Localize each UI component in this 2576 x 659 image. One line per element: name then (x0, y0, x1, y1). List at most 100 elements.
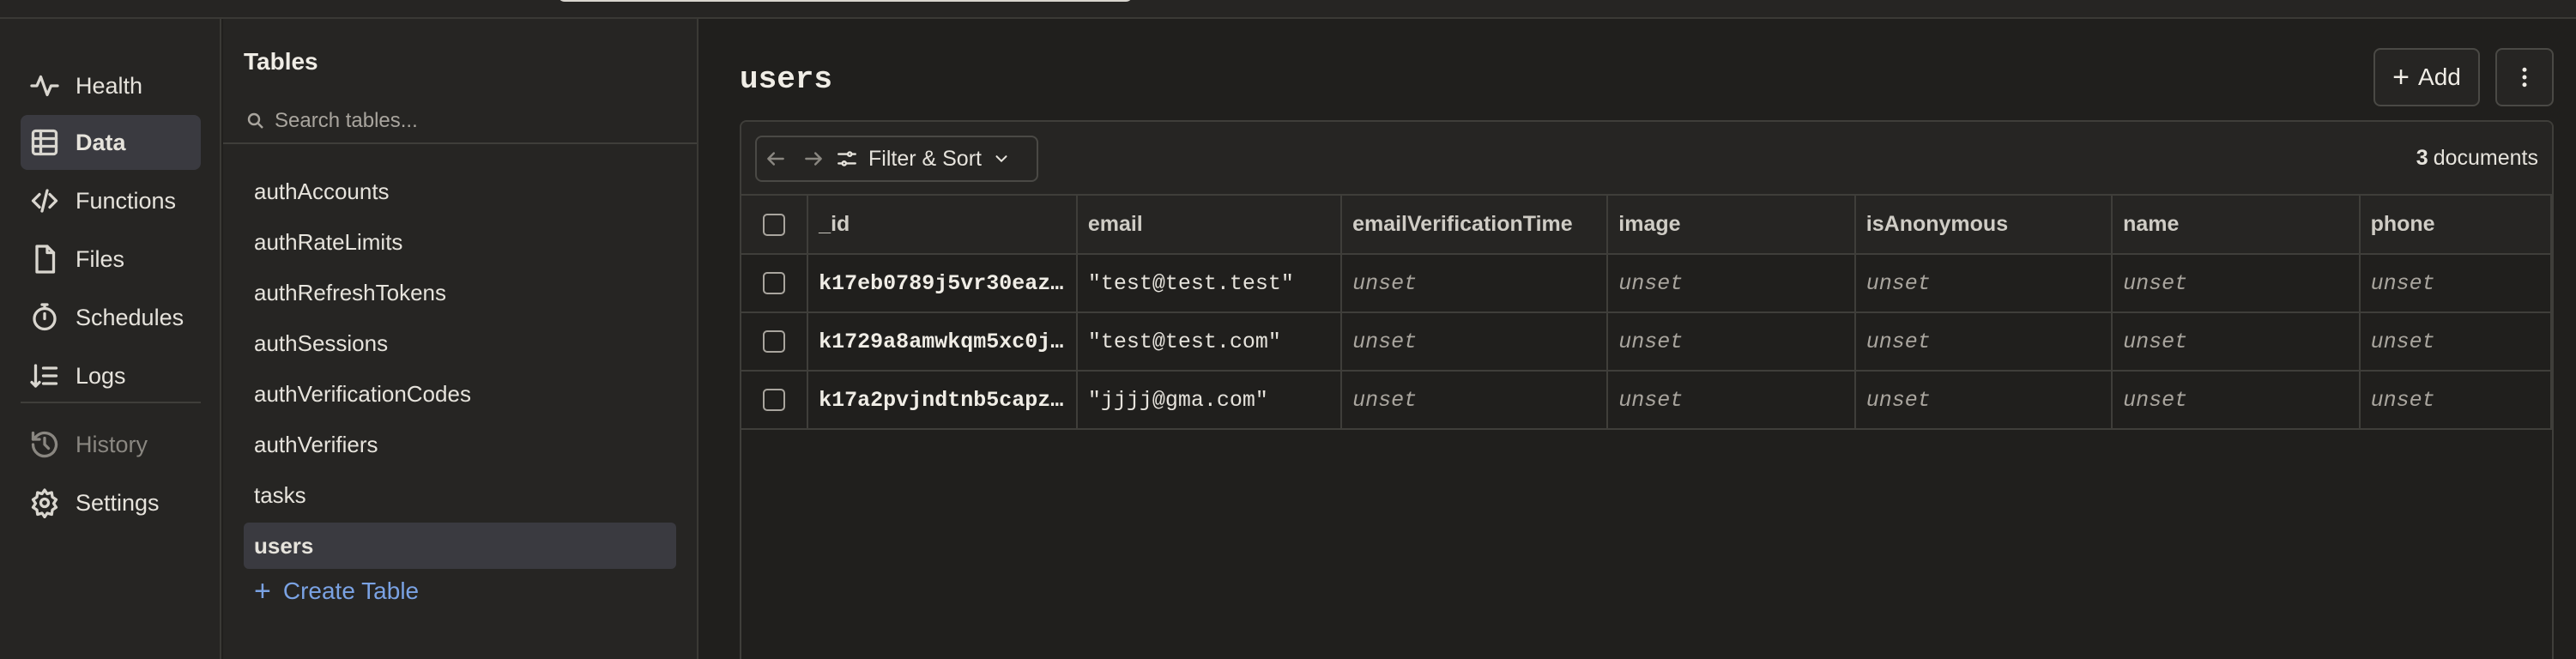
table-cell-email[interactable]: "jjjj@gma.com" (1076, 371, 1343, 430)
row-checkbox[interactable] (763, 388, 786, 411)
column-header[interactable]: image (1607, 196, 1856, 255)
nav-item-health[interactable]: Health (21, 58, 201, 113)
nav-item-label: History (76, 431, 148, 457)
pulse-icon (27, 69, 62, 103)
table-cell-email[interactable]: "test@test.test" (1076, 254, 1343, 313)
tables-search (223, 100, 697, 144)
search-icon (247, 112, 263, 129)
table-row[interactable]: k17a2pvjndtnb5capz… "jjjj@gma.com" unset… (741, 371, 2552, 430)
row-checkbox[interactable] (763, 330, 786, 353)
table-cell[interactable]: unset (1341, 312, 1609, 372)
gear-icon (27, 486, 62, 520)
filter-sort-button[interactable]: Filter & Sort (832, 137, 1021, 180)
main-nav: Health Data Functions Files Schedules Lo… (0, 19, 221, 659)
table-item-selected[interactable]: users (244, 523, 676, 569)
search-tables-input[interactable] (275, 104, 697, 138)
sliders-icon (838, 151, 856, 166)
table-cell[interactable]: unset (2112, 371, 2361, 430)
arrow-left-icon (767, 152, 784, 166)
table-cell[interactable]: unset (2112, 312, 2361, 372)
plus-icon: + (254, 574, 271, 608)
tables-panel: Tables authAccounts authRateLimits authR… (223, 19, 698, 659)
table-item[interactable]: tasks (244, 472, 676, 518)
sort-list-icon (27, 359, 62, 393)
table-cell[interactable]: unset (1854, 254, 2113, 313)
nav-item-label: Data (76, 129, 126, 155)
table-item[interactable]: authVerifiers (244, 421, 676, 468)
nav-item-functions[interactable]: Functions (21, 173, 201, 228)
table-item[interactable]: authVerificationCodes (244, 371, 676, 417)
table-cell[interactable]: unset (1607, 254, 1856, 313)
table-cell-id[interactable]: k1729a8amwkqm5xc0j… (807, 312, 1078, 372)
top-bar (0, 0, 2576, 19)
top-search-pill[interactable] (558, 0, 1133, 2)
row-select-cell (741, 371, 809, 430)
table-cell[interactable]: unset (2359, 254, 2552, 313)
data-grid: Filter & Sort 3 documents _id email email… (740, 120, 2554, 659)
nav-item-label: Logs (76, 362, 126, 389)
select-all-cell (741, 196, 809, 255)
nav-item-label: Files (76, 245, 125, 272)
back-button[interactable] (757, 137, 795, 180)
table-cell[interactable]: unset (1607, 371, 1856, 430)
column-header[interactable]: email (1076, 196, 1343, 255)
nav-item-logs[interactable]: Logs (21, 348, 201, 403)
plus-icon: + (2392, 60, 2410, 94)
document-count: 3 documents (2416, 146, 2538, 171)
nav-item-files[interactable]: Files (21, 232, 201, 287)
column-header[interactable]: isAnonymous (1854, 196, 2113, 255)
create-table-label: Create Table (282, 577, 420, 604)
table-cell[interactable]: unset (2359, 371, 2552, 430)
nav-item-label: Health (76, 72, 143, 99)
table-cell[interactable]: unset (1341, 254, 1609, 313)
row-select-cell (741, 312, 809, 372)
code-icon (27, 184, 62, 218)
filter-group: Filter & Sort (755, 136, 1038, 182)
table-item[interactable]: authRefreshTokens (244, 269, 676, 316)
nav-item-settings[interactable]: Settings (21, 475, 201, 530)
table-cell[interactable]: unset (2359, 312, 2552, 372)
table-cell[interactable]: unset (1607, 312, 1856, 372)
table-cell-id[interactable]: k17eb0789j5vr30eaz… (807, 254, 1078, 313)
table-cell[interactable]: unset (1854, 371, 2113, 430)
document-count-suffix: documents (2433, 146, 2538, 170)
row-checkbox[interactable] (763, 271, 786, 294)
table-item[interactable]: authAccounts (244, 168, 676, 215)
add-document-button[interactable]: + Add (2373, 48, 2480, 106)
more-options-button[interactable] (2495, 48, 2554, 106)
table-item[interactable]: authSessions (244, 320, 676, 366)
kebab-menu-icon (2522, 67, 2527, 88)
history-icon (27, 427, 62, 462)
column-header[interactable]: _id (807, 196, 1078, 255)
table-cell-email[interactable]: "test@test.com" (1076, 312, 1343, 372)
table-cell[interactable]: unset (1341, 371, 1609, 430)
filter-sort-label: Filter & Sort (868, 146, 982, 171)
stopwatch-icon (27, 300, 62, 335)
grid-toolbar: Filter & Sort 3 documents (741, 122, 2552, 196)
table-cell-id[interactable]: k17a2pvjndtnb5capz… (807, 371, 1078, 430)
table-row[interactable]: k1729a8amwkqm5xc0j… "test@test.com" unse… (741, 312, 2552, 372)
table-icon (27, 125, 62, 160)
column-header[interactable]: name (2112, 196, 2361, 255)
forward-button[interactable] (795, 137, 832, 180)
table-cell[interactable]: unset (1854, 312, 2113, 372)
nav-item-schedules[interactable]: Schedules (21, 290, 201, 345)
table-row[interactable]: k17eb0789j5vr30eaz… "test@test.test" uns… (741, 254, 2552, 313)
create-table-button[interactable]: + Create Table (244, 568, 419, 614)
select-all-checkbox[interactable] (763, 214, 786, 237)
nav-item-history[interactable]: History (21, 417, 201, 472)
add-label: Add (2418, 63, 2461, 90)
nav-item-data[interactable]: Data (21, 115, 201, 170)
nav-item-label: Schedules (76, 304, 184, 330)
table-header-row: _id email emailVerificationTime image is… (741, 196, 2552, 255)
table-cell[interactable]: unset (2112, 254, 2361, 313)
nav-item-label: Functions (76, 187, 177, 214)
row-select-cell (741, 254, 809, 313)
arrow-right-icon (805, 152, 822, 166)
nav-divider (21, 402, 201, 403)
table-item[interactable]: authRateLimits (244, 219, 676, 265)
document-count-number: 3 (2416, 146, 2428, 170)
file-icon (27, 242, 62, 276)
column-header[interactable]: phone (2359, 196, 2552, 255)
column-header[interactable]: emailVerificationTime (1341, 196, 1609, 255)
